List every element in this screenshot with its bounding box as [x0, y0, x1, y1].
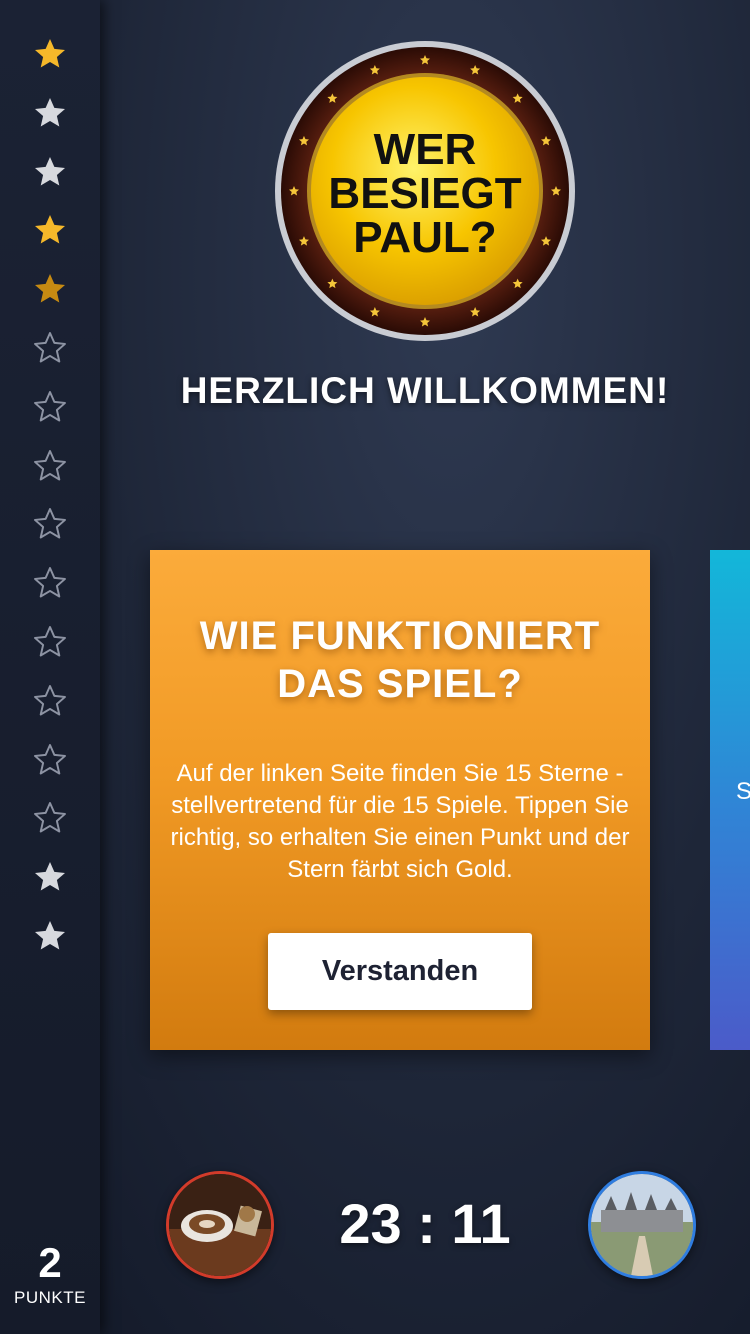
star-15-silver-icon: [32, 859, 68, 895]
card-title-line-1: WIE FUNKTIONIERT: [199, 614, 601, 658]
star-16-silver-icon: [32, 918, 68, 954]
star-1-gold-icon: [32, 36, 68, 72]
star-6-empty-icon: [32, 330, 68, 366]
star-5-dark-gold-icon: [32, 271, 68, 307]
star-sidebar: 2 PUNKTE: [0, 0, 100, 1334]
star-3-silver-icon: [32, 154, 68, 190]
app-logo: WER BESIEGT PAUL?: [274, 40, 576, 342]
player-avatar-coffee[interactable]: [166, 1171, 274, 1279]
star-8-empty-icon: [32, 448, 68, 484]
score-label: PUNKTE: [14, 1288, 86, 1307]
card-title-line-2: DAS SPIEL?: [277, 662, 523, 706]
logo-line-3: PAUL?: [353, 213, 496, 262]
countdown-timer: 23 : 11: [339, 1192, 511, 1255]
star-7-empty-icon: [32, 389, 68, 425]
welcome-heading: HERZLICH WILLKOMMEN!: [180, 370, 670, 411]
star-11-empty-icon: [32, 624, 68, 660]
next-card-text: St: [736, 778, 750, 805]
logo-line-2: BESIEGT: [328, 169, 521, 218]
star-10-empty-icon: [32, 565, 68, 601]
star-2-silver-icon: [32, 95, 68, 131]
card-title: WIE FUNKTIONIERT DAS SPIEL?: [150, 612, 650, 708]
card-body-text: Auf der linken Seite finden Sie 15 Stern…: [170, 760, 630, 883]
castle-photo-icon: [591, 1174, 693, 1276]
opponent-avatar-castle[interactable]: [588, 1171, 696, 1279]
verstanden-button[interactable]: Verstanden: [268, 933, 532, 1010]
score-value: 2: [38, 1239, 62, 1286]
star-4-gold-icon: [32, 212, 68, 248]
coffee-photo-icon: [169, 1174, 271, 1276]
score-display: 2 PUNKTE: [0, 1238, 100, 1308]
star-12-empty-icon: [32, 683, 68, 719]
star-14-empty-icon: [32, 800, 68, 836]
star-13-empty-icon: [32, 742, 68, 778]
logo-line-1: WER: [374, 125, 477, 174]
next-card[interactable]: St: [710, 550, 750, 1050]
star-9-empty-icon: [32, 506, 68, 542]
